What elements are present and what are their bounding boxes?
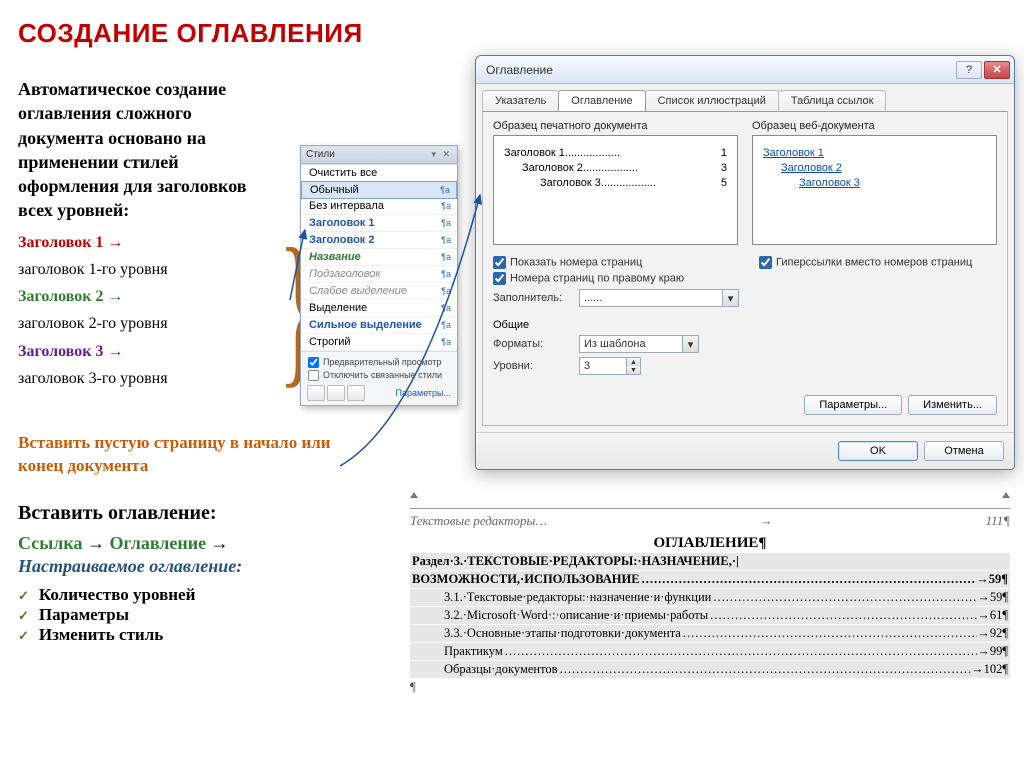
print-preview: Заголовок 1..................1Заголовок … [493, 135, 738, 245]
styles-titlebar: Стили ▾ ✕ [301, 146, 457, 164]
toc-entry: 3.3.·Основные·этапы·подготовки·документа… [410, 625, 1010, 642]
style-inspector-icon[interactable] [327, 385, 345, 401]
general-group: Общие [493, 319, 997, 331]
toc-title: ОГЛАВЛЕНИЕ¶ [410, 535, 1010, 552]
check-levels: Количество уровней [18, 585, 408, 605]
style-row[interactable]: Заголовок 2¶a [301, 232, 457, 249]
web-preview-label: Образец веб-документа [752, 120, 997, 132]
check-params: Параметры [18, 605, 408, 625]
dialog-tabs: Указатель Оглавление Список иллюстраций … [476, 84, 1014, 111]
levels-label: Уровни: [493, 360, 573, 372]
toc-entry: Практикум...............................… [410, 643, 1010, 660]
tab-authorities[interactable]: Таблица ссылок [778, 90, 887, 111]
show-pages-checkbox[interactable]: Показать номера страниц [493, 256, 739, 269]
toc-entry: Образцы·документов......................… [410, 661, 1010, 678]
ruler [410, 495, 1010, 509]
filler-combo[interactable]: ......▾ [579, 289, 739, 307]
levels-spinner[interactable]: 3 ▲▼ [579, 357, 641, 375]
right-align-checkbox[interactable]: Номера страниц по правому краю [493, 272, 739, 285]
h3-style: Заголовок 3 → [18, 343, 123, 360]
style-row[interactable]: Без интервала¶a [301, 198, 457, 215]
insert-toc-header: Вставить оглавление: [18, 502, 408, 525]
style-row[interactable]: Слабое выделение¶a [301, 283, 457, 300]
toc-dialog: Оглавление ? ✕ Указатель Оглавление Спис… [475, 55, 1015, 470]
h1-style: Заголовок 1 → [18, 234, 123, 251]
spinner-down-icon[interactable]: ▼ [627, 366, 640, 374]
new-style-icon[interactable] [307, 385, 325, 401]
help-button[interactable]: ? [956, 61, 982, 79]
filler-label: Заполнитель: [493, 292, 573, 304]
doc-header-left: Текстовые редакторы… [410, 513, 547, 529]
toc-entry: ВОЗМОЖНОСТИ,·ИСПОЛЬЗОВАНИЕ..............… [410, 571, 1010, 588]
styles-window-controls[interactable]: ▾ ✕ [431, 149, 452, 160]
web-preview-link[interactable]: Заголовок 1 [763, 147, 986, 159]
hyperlinks-checkbox[interactable]: Гиперссылки вместо номеров страниц [759, 256, 997, 269]
close-button[interactable]: ✕ [984, 61, 1010, 79]
style-row[interactable]: Выделение¶a [301, 300, 457, 317]
chevron-down-icon: ▾ [722, 290, 738, 306]
style-row[interactable]: Обычный¶a [301, 181, 457, 199]
toc-entry: Раздел·3.·ТЕКСТОВЫЕ·РЕДАКТОРЫ:·НАЗНАЧЕНИ… [410, 553, 1010, 570]
toc-entry: 3.1.·Текстовые·редакторы:·назначение·и·ф… [410, 589, 1010, 606]
styles-params-link[interactable]: Параметры... [396, 388, 451, 398]
web-preview-link[interactable]: Заголовок 3 [763, 177, 986, 189]
custom-toc-options: Количество уровней Параметры Изменить ст… [18, 585, 408, 645]
check-modify-style: Изменить стиль [18, 625, 408, 645]
formats-combo[interactable]: Из шаблона▾ [579, 335, 699, 353]
manage-styles-icon[interactable] [347, 385, 365, 401]
document-preview: Текстовые редакторы…→111¶ ОГЛАВЛЕНИЕ¶ Ра… [410, 495, 1010, 695]
tab-index[interactable]: Указатель [482, 90, 559, 111]
dialog-title: Оглавление [486, 63, 553, 77]
intro-text: Автоматическое создание оглавления сложн… [18, 77, 258, 223]
custom-toc-label: Настраиваемое оглавление: [18, 556, 408, 577]
menu-path: Ссылка → Оглавление → [18, 533, 408, 554]
web-preview-link[interactable]: Заголовок 2 [763, 162, 986, 174]
tab-figures[interactable]: Список иллюстраций [645, 90, 779, 111]
cancel-button[interactable]: Отмена [924, 441, 1004, 461]
print-preview-label: Образец печатного документа [493, 120, 738, 132]
style-row[interactable]: Подзаголовок¶a [301, 266, 457, 283]
chevron-down-icon: ▾ [682, 336, 698, 352]
ok-button[interactable]: OK [838, 441, 918, 461]
style-row[interactable]: Сильное выделение¶a [301, 317, 457, 334]
toc-entry: 3.2.·Microsoft·Word·:·описание·и·приемы·… [410, 607, 1010, 624]
preview-checkbox[interactable]: Предварительный просмотр [307, 356, 451, 369]
paragraph-mark: ¶ [410, 679, 1010, 695]
clear-all[interactable]: Очистить все [301, 165, 457, 182]
insert-page-note: Вставить пустую страницу в начало или ко… [18, 432, 348, 478]
style-row[interactable]: Название¶a [301, 249, 457, 266]
web-preview: Заголовок 1 Заголовок 2 Заголовок 3 [752, 135, 997, 245]
style-row[interactable]: Строгий¶a [301, 334, 457, 351]
styles-pane: Стили ▾ ✕ Очистить все Обычный¶aБез инте… [300, 145, 458, 406]
page-title: СОЗДАНИЕ ОГЛАВЛЕНИЯ [18, 18, 408, 49]
formats-label: Форматы: [493, 338, 573, 350]
options-button[interactable]: Параметры... [804, 395, 902, 415]
h2-style: Заголовок 2 → [18, 288, 123, 305]
style-row[interactable]: Заголовок 1¶a [301, 215, 457, 232]
spinner-up-icon[interactable]: ▲ [627, 358, 640, 366]
doc-header-pagenum: 111¶ [986, 513, 1010, 529]
modify-button[interactable]: Изменить... [908, 395, 997, 415]
disable-linked-checkbox[interactable]: Отключить связанные стили [307, 369, 451, 382]
tab-toc[interactable]: Оглавление [558, 90, 645, 111]
styles-title: Стили [306, 149, 335, 160]
